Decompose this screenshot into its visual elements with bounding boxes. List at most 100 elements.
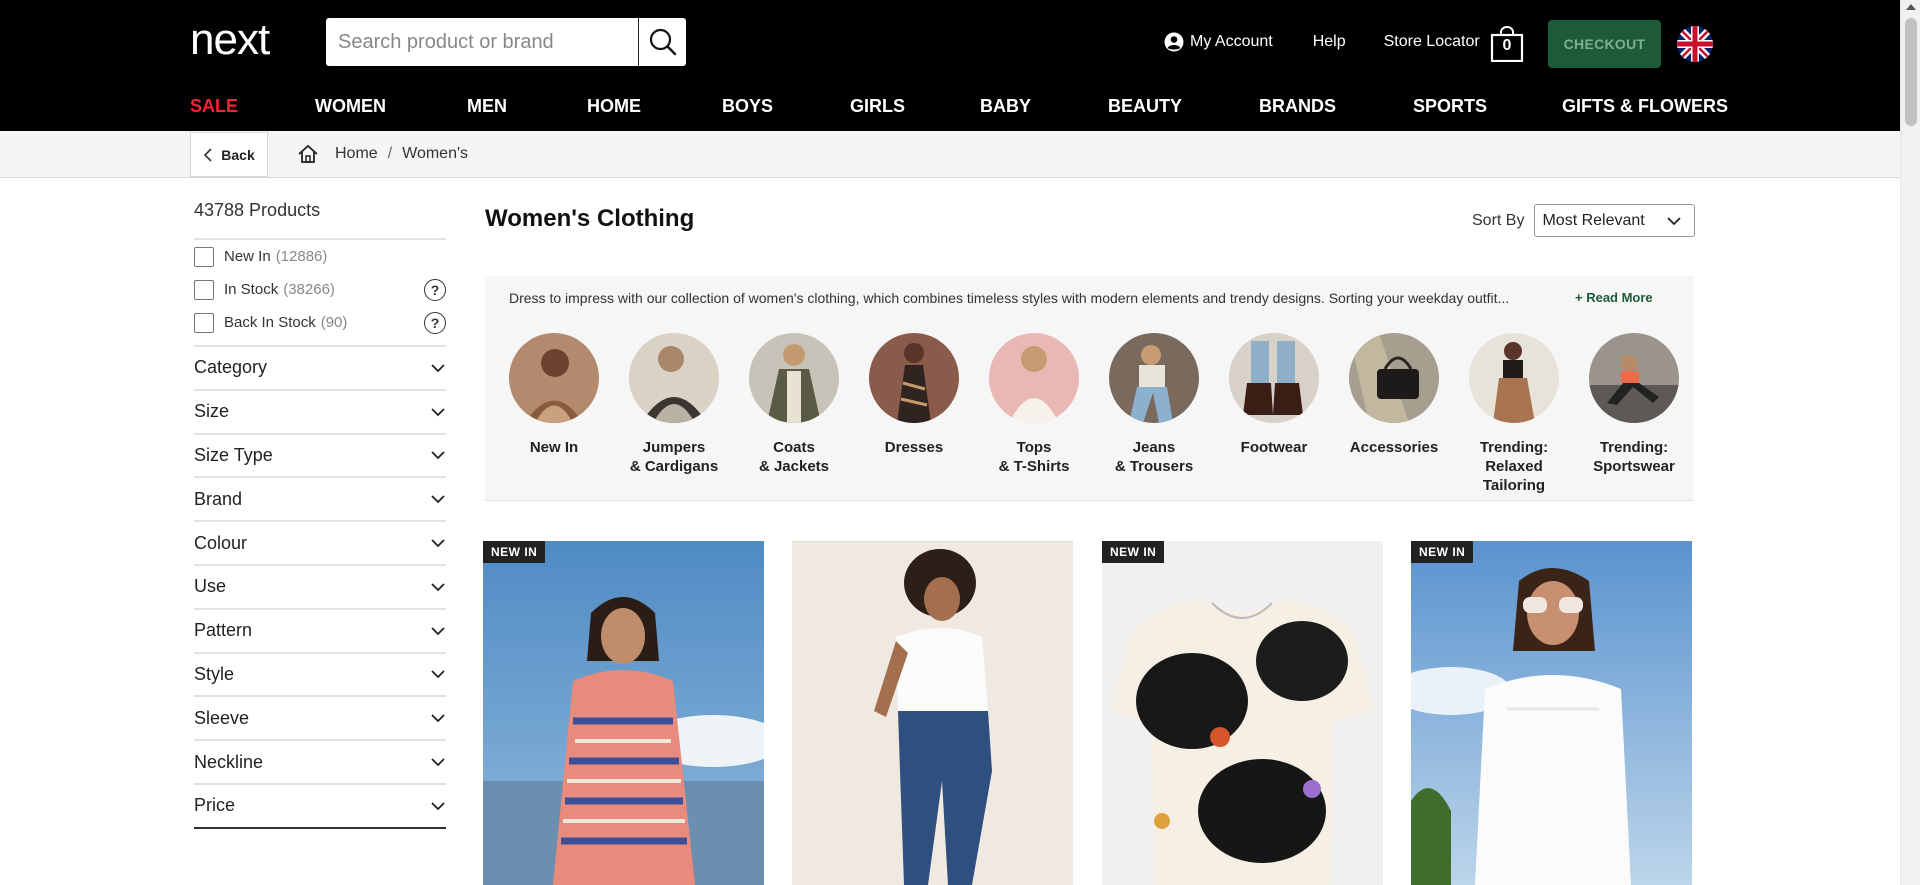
new-in-count: (12886): [275, 248, 328, 265]
page-scrollbar[interactable]: [1900, 0, 1920, 885]
facet-label: Style: [194, 663, 235, 684]
facet-brand[interactable]: Brand: [194, 478, 446, 523]
nav-women[interactable]: WOMEN: [315, 96, 386, 117]
help-icon[interactable]: ?: [424, 311, 446, 334]
category-label: Accessories: [1349, 439, 1439, 456]
nav-brands[interactable]: BRANDS: [1259, 96, 1336, 117]
facet-label: Size: [194, 401, 230, 422]
chevron-down-icon: [431, 364, 445, 373]
scrollbar-thumb[interactable]: [1905, 18, 1917, 126]
facet-list: Category Size Size Type Brand Colour Use…: [194, 345, 446, 829]
search-input[interactable]: [326, 18, 638, 66]
nav-sports[interactable]: SPORTS: [1413, 96, 1487, 117]
sort-select[interactable]: Most Relevant: [1534, 204, 1696, 237]
store-locator-link[interactable]: Store Locator: [1384, 33, 1480, 51]
category-thumbnail: [869, 333, 959, 423]
chevron-down-icon: [431, 495, 445, 504]
product-card[interactable]: NEW IN: [483, 541, 764, 885]
back-in-stock-label: Back In Stock: [224, 314, 316, 331]
shopping-bag-button[interactable]: 0: [1490, 26, 1524, 62]
filter-sidebar: 43788 Products New In (12886) In Stock (…: [194, 200, 446, 829]
read-more-link[interactable]: + Read More: [1575, 290, 1653, 305]
facet-use[interactable]: Use: [194, 566, 446, 610]
category-jeans-trousers[interactable]: Jeans & Trousers: [1099, 333, 1209, 476]
breadcrumb-womens[interactable]: Women's: [402, 145, 468, 163]
nav-home[interactable]: HOME: [587, 96, 641, 117]
facet-label: Category: [194, 357, 268, 378]
page-title: Women's Clothing: [485, 205, 695, 232]
category-thumbnail: [749, 333, 839, 423]
category-label: Dresses: [884, 439, 944, 456]
chevron-down-icon: [1667, 216, 1682, 225]
new-in-label: New In: [224, 248, 271, 265]
help-link[interactable]: Help: [1313, 33, 1346, 51]
search-button[interactable]: [638, 18, 686, 66]
category-label: Tops & T-Shirts: [998, 439, 1070, 475]
next-logo[interactable]: next: [190, 16, 300, 64]
checkout-button[interactable]: CHECKOUT: [1548, 20, 1661, 68]
search-icon: [649, 28, 676, 56]
product-image: [483, 541, 764, 885]
back-label: Back: [221, 146, 255, 163]
back-button[interactable]: Back: [190, 132, 268, 177]
sort-by: Sort By Most Relevant: [1472, 204, 1696, 237]
home-icon[interactable]: [297, 144, 319, 164]
breadcrumb-home[interactable]: Home: [335, 145, 378, 163]
category-trending-relaxed-tailoring[interactable]: Trending: Relaxed Tailoring: [1459, 333, 1569, 495]
filter-in-stock[interactable]: In Stock (38266) ?: [194, 273, 446, 306]
help-icon[interactable]: ?: [424, 278, 446, 301]
nav-sale[interactable]: SALE: [190, 96, 238, 117]
new-in-badge: NEW IN: [1102, 541, 1165, 563]
category-new-in[interactable]: New In: [499, 333, 609, 457]
new-in-checkbox[interactable]: [194, 246, 214, 267]
facet-pattern[interactable]: Pattern: [194, 610, 446, 654]
facet-label: Use: [194, 576, 227, 597]
nav-girls[interactable]: GIRLS: [850, 96, 905, 117]
nav-boys[interactable]: BOYS: [722, 96, 773, 117]
product-image: [792, 541, 1073, 885]
uk-flag-icon[interactable]: [1677, 26, 1713, 62]
nav-gifts-flowers[interactable]: GIFTS & FLOWERS: [1562, 96, 1728, 117]
in-stock-checkbox[interactable]: [194, 279, 214, 300]
facet-size-type[interactable]: Size Type: [194, 435, 446, 479]
category-dresses[interactable]: Dresses: [859, 333, 969, 457]
facet-category[interactable]: Category: [194, 347, 446, 391]
facet-price[interactable]: Price: [194, 785, 446, 829]
product-card[interactable]: NEW IN: [1411, 541, 1692, 885]
category-coats-jackets[interactable]: Coats & Jackets: [739, 333, 849, 476]
filter-new-in[interactable]: New In (12886): [194, 240, 446, 273]
scroll-up-arrow-icon[interactable]: [1906, 4, 1916, 10]
category-label: Trending: Sportswear: [1593, 439, 1675, 475]
my-account-link[interactable]: My Account: [1164, 32, 1273, 52]
account-icon: [1164, 32, 1184, 52]
nav-men[interactable]: MEN: [467, 96, 507, 117]
category-description: Dress to impress with our collection of …: [509, 290, 1510, 306]
category-label: New In: [529, 439, 579, 456]
nav-baby[interactable]: BABY: [980, 96, 1031, 117]
category-thumbnail: [1349, 333, 1439, 423]
back-in-stock-checkbox[interactable]: [194, 312, 214, 333]
product-card[interactable]: [792, 541, 1073, 885]
product-image: [1102, 541, 1383, 885]
facet-neckline[interactable]: Neckline: [194, 741, 446, 785]
facet-colour[interactable]: Colour: [194, 522, 446, 566]
chevron-down-icon: [431, 583, 445, 592]
product-card[interactable]: NEW IN: [1102, 541, 1383, 885]
facet-label: Colour: [194, 532, 248, 553]
facet-style[interactable]: Style: [194, 654, 446, 698]
facet-label: Size Type: [194, 444, 273, 465]
facet-size[interactable]: Size: [194, 391, 446, 435]
category-label: Trending: Relaxed Tailoring: [1479, 439, 1549, 494]
filter-back-in-stock[interactable]: Back In Stock (90) ?: [194, 306, 446, 339]
nav-beauty[interactable]: BEAUTY: [1108, 96, 1182, 117]
category-accessories[interactable]: Accessories: [1339, 333, 1449, 457]
category-footwear[interactable]: Footwear: [1219, 333, 1329, 457]
category-jumpers-cardigans[interactable]: Jumpers & Cardigans: [619, 333, 729, 476]
category-trending-sportswear[interactable]: Trending: Sportswear: [1579, 333, 1689, 476]
chevron-down-icon: [431, 670, 445, 679]
category-thumbnail: [509, 333, 599, 423]
category-tops-tshirts[interactable]: Tops & T-Shirts: [979, 333, 1089, 476]
utility-links: My Account Help Store Locator: [1164, 32, 1480, 52]
facet-label: Price: [194, 795, 236, 816]
facet-sleeve[interactable]: Sleeve: [194, 697, 446, 742]
